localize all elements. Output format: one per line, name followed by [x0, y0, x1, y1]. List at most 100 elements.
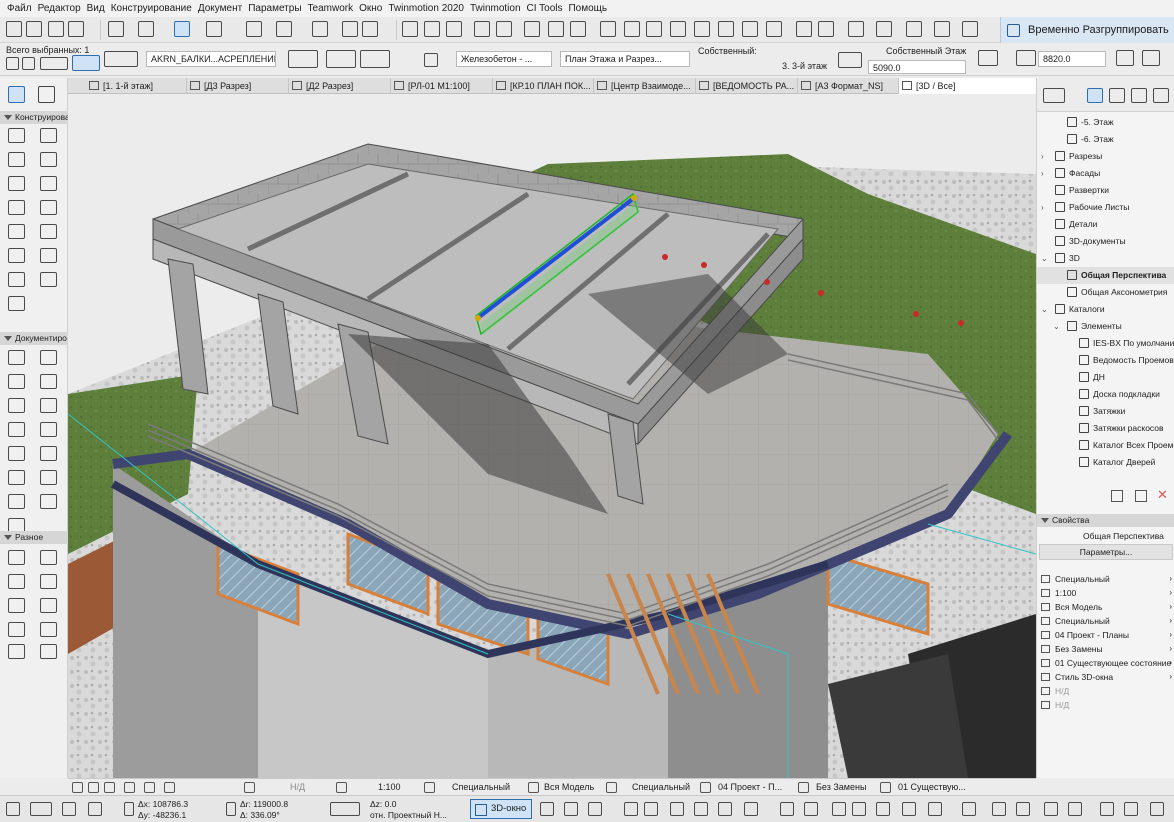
property-row[interactable]: 1:100 › — [1037, 586, 1174, 600]
walkthrough-icon[interactable] — [144, 782, 155, 793]
structure-type-icon[interactable] — [424, 53, 438, 67]
layer-select[interactable]: AKRN_БАЛКИ...АСРЕПЛЕНИЕ — [146, 51, 276, 67]
layout-icon[interactable] — [780, 802, 794, 816]
circle-tool-icon[interactable] — [8, 422, 25, 437]
render-icon[interactable] — [718, 802, 732, 816]
tab-floor-1[interactable]: [1. 1-й этаж] — [86, 78, 187, 94]
chevron-right-icon[interactable]: › — [1169, 600, 1172, 614]
tab-interaction-center[interactable]: [Центр Взаимоде... — [594, 78, 696, 94]
relative-construction-icon[interactable] — [62, 802, 76, 816]
view-combo-icon[interactable] — [700, 782, 711, 793]
height-input[interactable]: 8820.0 — [1038, 51, 1106, 67]
new-view-icon[interactable] — [1111, 490, 1123, 502]
grid-element-icon[interactable] — [8, 550, 25, 565]
detail-icon[interactable] — [694, 21, 710, 37]
property-row[interactable]: 01 Существующее состояние › — [1037, 656, 1174, 670]
tab-3d-all[interactable]: [3D / Все] — [899, 78, 1049, 94]
grid-snap-icon[interactable] — [206, 21, 222, 37]
layer-icon[interactable] — [246, 21, 262, 37]
redraw-icon[interactable] — [600, 21, 616, 37]
chevron-right-icon[interactable]: › — [1169, 656, 1172, 670]
tab-kr10[interactable]: [КР.10 ПЛАН ПОК... — [493, 78, 594, 94]
pen-set-icon[interactable] — [606, 782, 617, 793]
profile-icon[interactable] — [1142, 50, 1160, 66]
zone-tool-icon[interactable] — [8, 296, 25, 311]
magic-wand-icon[interactable] — [362, 21, 378, 37]
slab-tool-icon[interactable] — [8, 200, 25, 215]
split-icon[interactable] — [424, 21, 440, 37]
menu-twinmotion-2020[interactable]: Twinmotion 2020 — [385, 0, 467, 17]
tab-a3-format[interactable]: [А3 Формат_NS] — [798, 78, 899, 94]
zoom-in-icon[interactable] — [104, 782, 115, 793]
tab-section-d3[interactable]: [Д3 Разрез] — [187, 78, 289, 94]
chevron-right-icon[interactable]: › — [1169, 614, 1172, 628]
fill-icon[interactable] — [1016, 802, 1030, 816]
toolbox-section-design[interactable]: Конструирова — [0, 111, 68, 124]
lock-icon[interactable] — [22, 57, 35, 70]
override-icon[interactable] — [798, 782, 809, 793]
beam-section-icon[interactable] — [104, 51, 138, 67]
delete-icon[interactable]: ✕ — [1157, 487, 1168, 503]
layer-combination-icon[interactable] — [424, 782, 435, 793]
model-filter-icon[interactable] — [962, 21, 978, 37]
window-tool-icon[interactable] — [8, 152, 25, 167]
stair-tool-icon[interactable] — [40, 200, 57, 215]
navigator-item[interactable]: Общая Аксонометрия — [1037, 284, 1174, 301]
toolbox-section-misc[interactable]: Разное — [0, 531, 68, 544]
menu-file[interactable]: Файл — [4, 0, 35, 17]
navigator-item[interactable]: Каталог Всех Проемов — [1037, 437, 1174, 454]
layout-icon[interactable] — [796, 21, 812, 37]
view-combo-value[interactable]: 04 Проект - П... — [718, 779, 782, 796]
property-row[interactable]: 04 Проект - Планы › — [1037, 628, 1174, 642]
percent-icon[interactable] — [978, 50, 998, 66]
project-map-icon[interactable] — [1087, 88, 1103, 103]
intersect-icon[interactable] — [446, 21, 462, 37]
geometry-method-icon[interactable] — [40, 57, 68, 70]
dimension-tool-icon[interactable] — [8, 350, 25, 365]
image-icon[interactable] — [1150, 802, 1164, 816]
eye-icon[interactable] — [876, 21, 892, 37]
curtain-wall-tool-icon[interactable] — [8, 248, 25, 263]
menu-teamwork[interactable]: Teamwork — [305, 0, 357, 17]
guide-line-icon[interactable] — [138, 21, 154, 37]
skylight-tool-icon[interactable] — [8, 644, 25, 659]
wall-end-icon[interactable] — [40, 550, 57, 565]
3d-filter-icon[interactable] — [564, 802, 578, 816]
view-settings-icon[interactable] — [876, 802, 890, 816]
menu-help[interactable]: Помощь — [565, 0, 610, 17]
menu-design[interactable]: Конструирование — [108, 0, 195, 17]
property-row[interactable]: Специальный › — [1037, 572, 1174, 586]
chevron-right-icon[interactable]: › — [1169, 670, 1172, 684]
line-tool-icon[interactable] — [40, 398, 57, 413]
elevation-tool-icon[interactable] — [40, 470, 57, 485]
teamwork-icon[interactable] — [906, 21, 922, 37]
offset-icon[interactable] — [474, 21, 490, 37]
arrow-tool-icon[interactable] — [8, 86, 25, 103]
suspend-group-icon[interactable] — [342, 21, 358, 37]
show-on-stories-select[interactable]: План Этажа и Разрез... — [560, 51, 690, 67]
mesh-tool-icon[interactable] — [8, 574, 25, 589]
floor-plan-icon[interactable] — [276, 21, 292, 37]
navigator-item[interactable]: Затяжки раскосов — [1037, 420, 1174, 437]
building-material-select[interactable]: Железобетон - ... — [456, 51, 552, 67]
beam-slant-icon[interactable] — [326, 50, 356, 68]
chevron-right-icon[interactable]: › — [1169, 628, 1172, 642]
scale-value[interactable]: 1:100 — [378, 779, 401, 796]
navigator-item[interactable]: ⌄ 3D — [1037, 250, 1174, 267]
navigator-item[interactable]: IES-BX По умолчанию — [1037, 335, 1174, 352]
suspend-groups-button[interactable]: Временно Разгруппировать — [1000, 17, 1174, 43]
snapshot-icon[interactable] — [902, 802, 916, 816]
drawing-tool-icon[interactable] — [8, 446, 25, 461]
polyline-tool-icon[interactable] — [40, 422, 57, 437]
height-icon[interactable] — [1016, 50, 1036, 66]
3d-cutting-planes-icon[interactable] — [570, 21, 586, 37]
radial-dimension-icon[interactable] — [8, 598, 25, 613]
expand-arrow-icon[interactable]: › — [1041, 199, 1044, 216]
expand-arrow-icon[interactable]: ⌄ — [1053, 318, 1060, 335]
export-icon[interactable] — [1100, 802, 1114, 816]
parameters-button[interactable]: Параметры... — [1039, 544, 1173, 560]
orbit-icon[interactable] — [644, 802, 658, 816]
override-value[interactable]: Без Замены — [816, 779, 866, 796]
column-tool-icon[interactable] — [40, 152, 57, 167]
property-row[interactable]: Специальный › — [1037, 614, 1174, 628]
